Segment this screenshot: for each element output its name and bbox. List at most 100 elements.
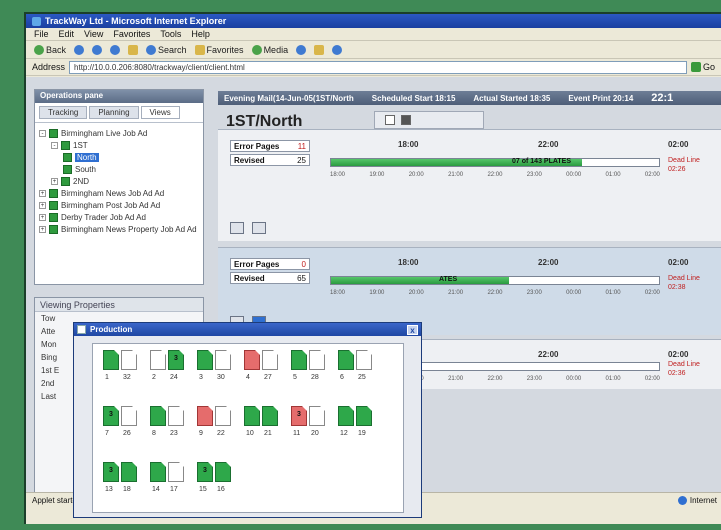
page-white-icon[interactable] <box>150 350 166 370</box>
page-pair[interactable]: 9 22 <box>195 406 235 456</box>
page-number: 25 <box>358 374 366 381</box>
page-green-icon[interactable] <box>121 462 137 482</box>
page-pair[interactable]: 3 11 20 <box>289 406 329 456</box>
page-white-icon[interactable] <box>168 406 184 426</box>
page-pair[interactable]: 5 28 <box>289 350 329 400</box>
search-button[interactable]: Search <box>146 44 187 55</box>
tree-item[interactable]: + Birmingham News Job Ad Ad <box>39 187 199 199</box>
favorites-button[interactable]: Favorites <box>194 44 244 55</box>
page-pair[interactable]: 1 32 <box>101 350 141 400</box>
globe-icon <box>677 496 687 505</box>
menu-view[interactable]: View <box>84 29 103 39</box>
page-pair[interactable]: 10 21 <box>242 406 282 456</box>
media-button[interactable]: Media <box>251 44 288 55</box>
page-pair[interactable]: 4 27 <box>242 350 282 400</box>
time-tick: 19:00 <box>369 290 385 296</box>
page-white-icon[interactable] <box>215 406 231 426</box>
mail-icon[interactable] <box>314 44 325 55</box>
back-button[interactable]: Back <box>34 44 66 55</box>
page-green-icon[interactable]: 3 <box>103 406 119 426</box>
address-input[interactable]: http://10.0.0.206:8080/trackway/client/c… <box>69 60 687 74</box>
page-number: 17 <box>170 486 178 493</box>
page-white-icon[interactable] <box>262 350 278 370</box>
tree-item[interactable]: - Birmingham Live Job Ad <box>39 127 199 139</box>
tree-item[interactable]: + Birmingham Post Job Ad Ad <box>39 199 199 211</box>
page-pair[interactable]: 3 7 26 <box>101 406 141 456</box>
page-red-icon[interactable] <box>244 350 260 370</box>
refresh-icon[interactable] <box>110 44 121 55</box>
page-pair[interactable]: 14 17 <box>148 462 188 512</box>
page-white-icon[interactable] <box>309 406 325 426</box>
page-green-icon[interactable] <box>338 350 354 370</box>
stop-icon[interactable] <box>92 44 103 55</box>
page-green-icon[interactable] <box>244 406 260 426</box>
edition-icon <box>49 224 58 234</box>
production-titlebar: Production x <box>74 323 421 336</box>
page-pair[interactable]: 6 25 <box>336 350 376 400</box>
go-button[interactable]: Go <box>690 62 715 72</box>
page-green-icon[interactable] <box>356 406 372 426</box>
page-green-icon[interactable] <box>291 350 307 370</box>
tree-item[interactable]: South <box>39 163 199 175</box>
tab-planning[interactable]: Planning <box>89 106 139 119</box>
zone-label: Internet <box>689 496 717 505</box>
page-green-icon[interactable] <box>150 462 166 482</box>
page-green-icon[interactable] <box>103 350 119 370</box>
page-green-icon[interactable]: 3 <box>197 462 213 482</box>
page-green-icon[interactable] <box>197 350 213 370</box>
menu-help[interactable]: Help <box>191 29 210 39</box>
expand-icon[interactable]: + <box>51 177 58 185</box>
page-red-icon[interactable]: 3 <box>291 406 307 426</box>
page-pair[interactable]: 3 30 <box>195 350 235 400</box>
grid-icon[interactable] <box>385 115 395 125</box>
collapse-icon[interactable]: - <box>39 129 46 137</box>
expand-icon[interactable]: + <box>39 225 46 233</box>
tree-item-label: Derby Trader Job Ad Ad <box>61 212 146 222</box>
menu-edit[interactable]: Edit <box>59 29 75 39</box>
page-icon[interactable] <box>401 115 411 125</box>
page-green-icon[interactable]: 3 <box>103 462 119 482</box>
page-white-icon[interactable] <box>121 406 137 426</box>
time-tick: 23:00 <box>526 376 542 382</box>
print-icon[interactable] <box>332 44 343 55</box>
page-white-icon[interactable] <box>121 350 137 370</box>
page-white-icon[interactable] <box>168 462 184 482</box>
tree-item[interactable]: + Birmingham News Property Job Ad Ad <box>39 223 199 235</box>
page-pair[interactable]: 8 23 <box>148 406 188 456</box>
menu-file[interactable]: File <box>34 29 49 39</box>
page-green-icon[interactable] <box>150 406 166 426</box>
page-pair[interactable]: 3 15 16 <box>195 462 235 512</box>
page-white-icon[interactable] <box>356 350 372 370</box>
menu-favorites[interactable]: Favorites <box>113 29 150 39</box>
page-red-icon[interactable] <box>197 406 213 426</box>
page-white-icon[interactable] <box>309 350 325 370</box>
page-green-icon[interactable] <box>215 462 231 482</box>
tree-item[interactable]: + Derby Trader Job Ad Ad <box>39 211 199 223</box>
page-pair[interactable]: 3 13 18 <box>101 462 141 512</box>
page-green-icon[interactable] <box>338 406 354 426</box>
title-toolbar <box>374 111 484 129</box>
expand-icon[interactable]: + <box>39 213 46 221</box>
page-white-icon[interactable] <box>215 350 231 370</box>
page-pair[interactable]: 12 19 <box>336 406 376 456</box>
tree-item[interactable]: North <box>39 151 199 163</box>
history-icon[interactable] <box>296 44 307 55</box>
menu-tools[interactable]: Tools <box>160 29 181 39</box>
tab-views[interactable]: Views <box>140 106 180 119</box>
expand-icon[interactable]: + <box>39 189 46 197</box>
home-icon[interactable] <box>128 44 139 55</box>
page-green-icon[interactable] <box>262 406 278 426</box>
calendar-icon[interactable] <box>230 222 244 234</box>
page-green-icon[interactable]: 3 <box>168 350 184 370</box>
tab-tracking[interactable]: Tracking <box>39 106 88 119</box>
error-pages-label: Error Pages <box>234 259 280 269</box>
forward-arrow-icon[interactable] <box>74 44 85 55</box>
edition-icon <box>49 212 58 222</box>
expand-icon[interactable]: + <box>39 201 46 209</box>
collapse-icon[interactable]: - <box>51 141 58 149</box>
close-button[interactable]: x <box>407 324 418 335</box>
page-pair[interactable]: 2 3 24 <box>148 350 188 400</box>
table-icon[interactable] <box>252 222 266 234</box>
tree-item[interactable]: +2ND <box>39 175 199 187</box>
tree-item[interactable]: - 1ST <box>39 139 199 151</box>
